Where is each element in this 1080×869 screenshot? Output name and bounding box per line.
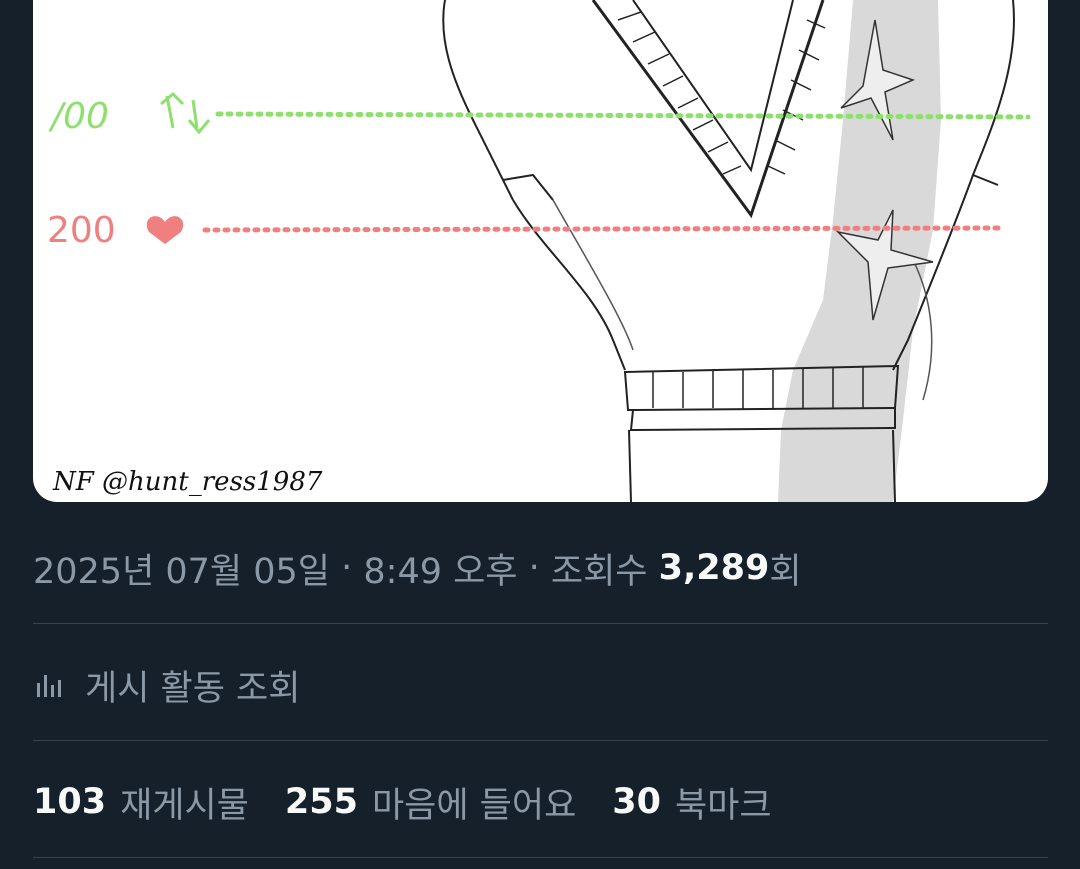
divider (33, 740, 1048, 741)
bookmarks-stat[interactable]: 30 북마크 (612, 777, 771, 828)
meta-separator: · (517, 548, 551, 588)
view-post-activity-link[interactable]: 게시 활동 조회 (33, 655, 300, 715)
reposts-count: 103 (33, 782, 107, 822)
svg-text:/00: /00 (48, 96, 109, 137)
post-media-image[interactable]: /00 200 NF @hunt_ress1987 (33, 0, 1048, 502)
sketch-illustration: /00 200 NF @hunt_ress1987 (47, 0, 1031, 502)
post-date[interactable]: 2025년 07월 05일 (33, 543, 330, 594)
divider (33, 623, 1048, 624)
meta-separator: · (330, 548, 364, 588)
analytics-bar-icon (33, 667, 69, 703)
post-time[interactable]: 8:49 오후 (363, 543, 517, 594)
activity-label: 게시 활동 조회 (85, 668, 301, 709)
divider (33, 857, 1048, 858)
likes-label: 마음에 들어요 (371, 785, 577, 826)
views-suffix: 회 (769, 551, 802, 592)
likes-stat[interactable]: 255 마음에 들어요 (285, 777, 576, 828)
bookmarks-count: 30 (612, 782, 661, 822)
engagement-stats: 103 재게시물 255 마음에 들어요 30 북마크 (33, 772, 808, 832)
views-label: 조회수 (550, 551, 659, 592)
svg-text:200: 200 (47, 210, 116, 251)
reposts-stat[interactable]: 103 재게시물 (33, 777, 249, 828)
bookmarks-label: 북마크 (674, 785, 772, 826)
likes-count: 255 (284, 782, 358, 822)
svg-text:NF @hunt_ress1987: NF @hunt_ress1987 (52, 467, 323, 497)
reposts-label: 재게시물 (120, 785, 249, 826)
views-count: 3,289 (658, 548, 770, 588)
post-meta-line: 2025년 07월 05일 · 8:49 오후 · 조회수 3,289 회 (33, 540, 802, 596)
post-detail-page: /00 200 NF @hunt_ress1987 2025년 07월 05일 … (0, 0, 1080, 869)
